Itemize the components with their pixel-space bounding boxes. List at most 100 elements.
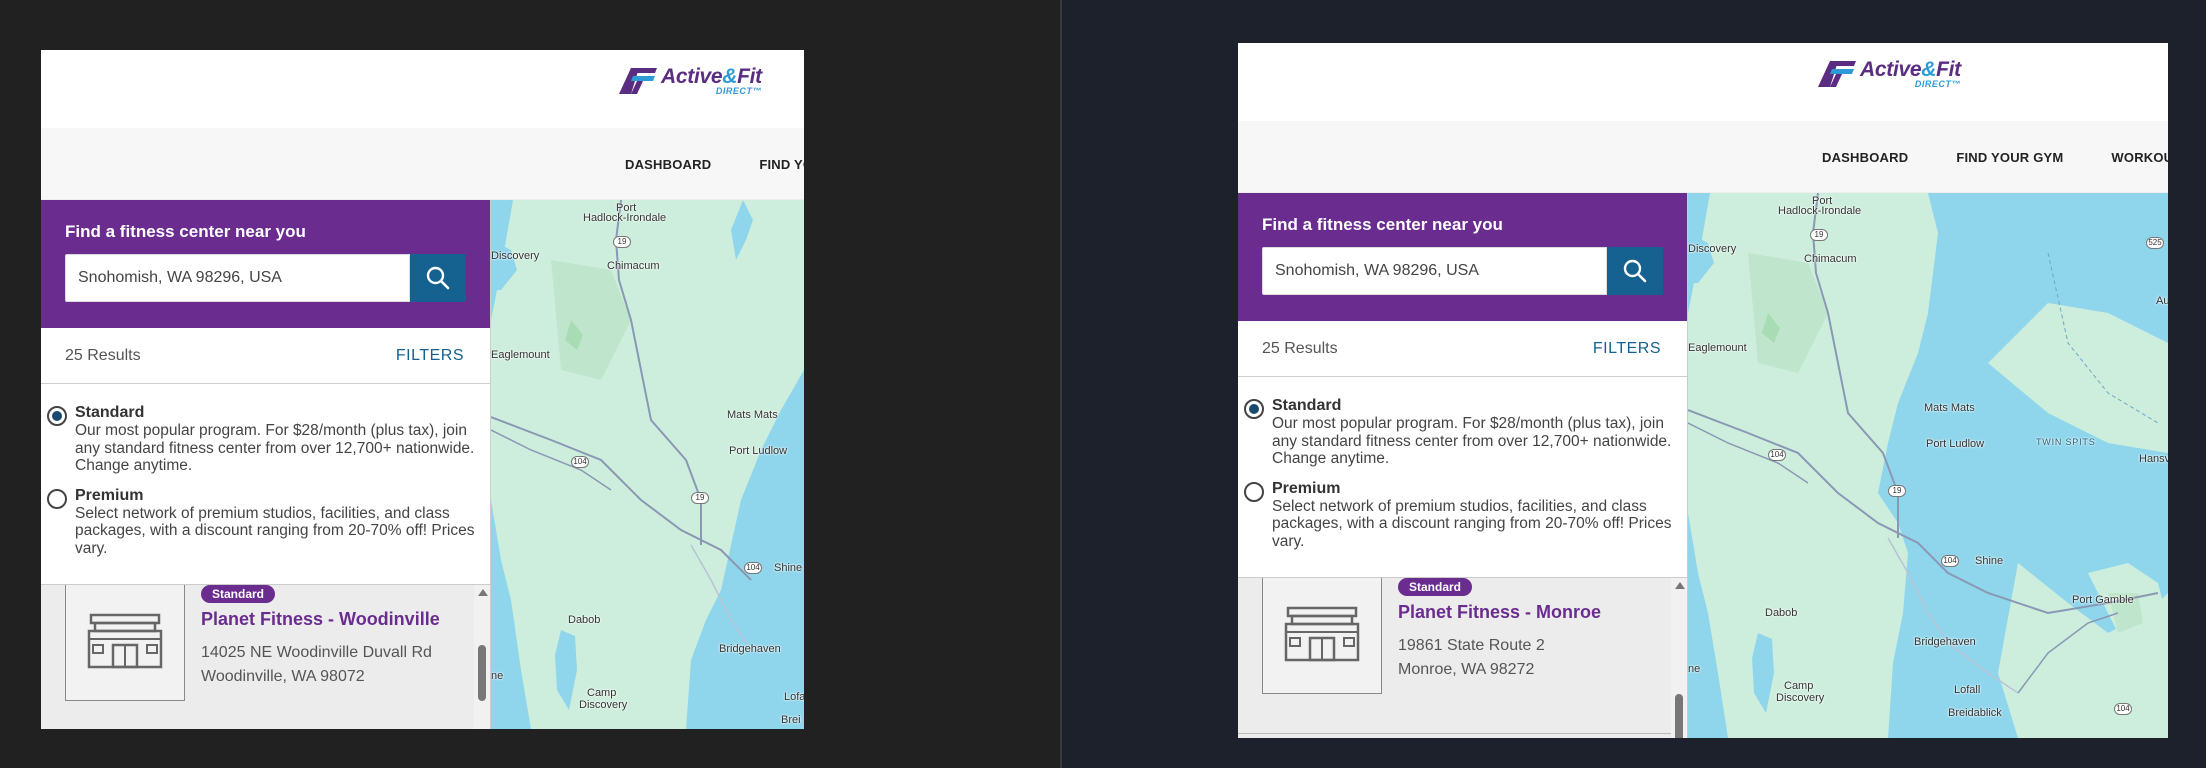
search-title: Find a fitness center near you xyxy=(65,222,306,241)
gym-address-line1: 14025 NE Woodinville Duvall Rd xyxy=(201,644,432,661)
map-label: Discovery xyxy=(491,250,540,262)
program-description: Select network of premium studios, facil… xyxy=(1272,497,1672,550)
route-shield-icon: 104 xyxy=(571,456,589,468)
filters-button[interactable]: FILTERS xyxy=(396,347,464,365)
search-title: Find a fitness center near you xyxy=(1262,215,1503,234)
nav-dashboard[interactable]: DASHBOARD xyxy=(1822,150,1908,165)
map-label: Brei xyxy=(781,714,801,726)
list-scrollbar[interactable] xyxy=(1671,578,1687,738)
map-label: ne xyxy=(1688,663,1701,675)
results-sidebar: Find a fitness center near you 25 Result… xyxy=(1238,193,1688,738)
route-shield-icon: 104 xyxy=(2114,703,2132,715)
program-description: Our most popular program. For $28/month … xyxy=(1272,415,1672,467)
search-panel: Find a fitness center near you xyxy=(1238,193,1687,321)
premium-radio[interactable] xyxy=(47,488,67,509)
map-label: Au xyxy=(2156,295,2168,307)
right-screen: Active&Fit DIRECT™ DASHBOARD FIND YOUR G… xyxy=(1062,0,2206,768)
premium-radio[interactable] xyxy=(1244,481,1264,502)
scroll-up-arrow-icon[interactable] xyxy=(478,589,488,596)
standard-radio[interactable] xyxy=(47,406,67,426)
tier-badge: Standard xyxy=(1398,578,1473,596)
map-label: Camp xyxy=(1784,680,1814,692)
route-shield-icon: 104 xyxy=(1941,555,1959,567)
logo-word-active: Active xyxy=(661,65,723,88)
map-label: Eaglemount xyxy=(491,349,550,361)
active-fit-logo[interactable]: Active&Fit DIRECT™ xyxy=(1816,59,1961,89)
program-options: Standard Our most popular program. For $… xyxy=(41,384,490,584)
gym-address: 14025 NE Woodinville Duvall Rd Woodinvil… xyxy=(201,641,432,689)
results-bar: 25 Results FILTERS xyxy=(41,328,490,384)
map-label: Lofall xyxy=(1954,684,1981,696)
search-button[interactable] xyxy=(410,254,466,302)
map-label: Shine xyxy=(1975,555,2004,567)
map-label: Mats Mats xyxy=(1924,402,1975,414)
gym-name-link[interactable]: Planet Fitness - Woodinville xyxy=(201,609,440,630)
map-label: Lofa xyxy=(784,691,804,703)
map-label: TWIN SPITS xyxy=(2036,437,2096,447)
nav-bar: DASHBOARD FIND YOUR GYM WORKOUTS xyxy=(1238,121,2168,193)
gym-thumbnail xyxy=(65,585,185,701)
program-name: Standard xyxy=(75,404,145,421)
program-description: Our most popular program. For $28/month … xyxy=(75,422,475,474)
program-description: Select network of premium studios, facil… xyxy=(75,504,475,557)
gym-address-line1: 19861 State Route 2 xyxy=(1398,637,1545,654)
map-label: Hadlock-Irondale xyxy=(1778,205,1862,217)
left-screen: Active&Fit DIRECT™ DASHBOARD FIND YOUR G… xyxy=(0,0,1062,768)
nav-find-your-gym[interactable]: FIND YOUR GYM xyxy=(759,157,804,172)
location-search-input[interactable] xyxy=(1262,247,1607,295)
map-view[interactable]: Port Hadlock-Irondale Discovery Chimacum… xyxy=(491,200,804,729)
gym-results-list[interactable]: Standard Planet Fitness - Monroe 19861 S… xyxy=(1238,577,1687,738)
gym-card[interactable]: Standard Planet Fitness - Woodinville 14… xyxy=(41,585,490,705)
map-label: ne xyxy=(491,670,504,682)
map-label: Port Ludlow xyxy=(729,445,788,457)
results-count: 25 Results xyxy=(65,346,141,364)
scroll-thumb[interactable] xyxy=(1675,694,1683,738)
building-icon xyxy=(1284,606,1360,662)
gym-address: 19861 State Route 2 Monroe, WA 98272 xyxy=(1398,634,1545,682)
program-standard[interactable]: Standard Our most popular program. For $… xyxy=(47,404,482,475)
gym-name-link[interactable]: Planet Fitness - Monroe xyxy=(1398,602,1601,623)
nav-find-your-gym[interactable]: FIND YOUR GYM xyxy=(1956,150,2063,165)
results-bar: 25 Results FILTERS xyxy=(1238,321,1687,377)
map-label: Hadlock-Irondale xyxy=(583,212,667,224)
af-logo-icon xyxy=(1818,61,1856,87)
search-button[interactable] xyxy=(1607,247,1663,295)
map-label: Bridgehaven xyxy=(1914,636,1976,648)
map-label: Eaglemount xyxy=(1688,342,1747,354)
map-terrain xyxy=(1688,193,2168,738)
map-label: Chimacum xyxy=(1804,253,1857,265)
logo-ampersand: & xyxy=(1921,58,1937,81)
nav-dashboard[interactable]: DASHBOARD xyxy=(625,157,711,172)
program-premium[interactable]: Premium Select network of premium studio… xyxy=(47,487,482,558)
route-shield-icon: 104 xyxy=(744,562,762,574)
route-shield-icon: 19 xyxy=(1888,485,1906,497)
building-icon xyxy=(87,613,163,669)
map-label: Camp xyxy=(587,687,617,699)
map-view[interactable]: Port Hadlock-Irondale Discovery Chimacum… xyxy=(1688,193,2168,738)
results-count: 25 Results xyxy=(1262,339,1338,357)
list-scrollbar[interactable] xyxy=(474,585,490,729)
nav-workouts[interactable]: WORKOUTS xyxy=(2111,150,2168,165)
location-search-input[interactable] xyxy=(65,254,410,302)
map-label: Mats Mats xyxy=(727,409,778,421)
logo-subtitle: DIRECT™ xyxy=(715,86,762,96)
map-label: Hansvill xyxy=(2139,453,2168,465)
scroll-up-arrow-icon[interactable] xyxy=(1675,582,1685,589)
program-standard[interactable]: Standard Our most popular program. For $… xyxy=(1244,397,1679,468)
nav-bar: DASHBOARD FIND YOUR GYM xyxy=(41,128,804,200)
logo-word-active: Active xyxy=(1860,58,1922,81)
active-fit-logo[interactable]: Active&Fit DIRECT™ xyxy=(617,66,762,96)
standard-radio[interactable] xyxy=(1244,399,1264,419)
browser-viewport: Active&Fit DIRECT™ DASHBOARD FIND YOUR G… xyxy=(41,50,804,729)
gym-results-list[interactable]: Standard Planet Fitness - Woodinville 14… xyxy=(41,584,490,729)
gym-thumbnail xyxy=(1262,578,1382,694)
gym-card[interactable]: Standard Planet Fitness - Monroe 19861 S… xyxy=(1238,578,1687,698)
program-name: Premium xyxy=(1272,479,1341,497)
scroll-thumb[interactable] xyxy=(478,645,486,701)
browser-viewport: Active&Fit DIRECT™ DASHBOARD FIND YOUR G… xyxy=(1238,43,2168,738)
program-premium[interactable]: Premium Select network of premium studio… xyxy=(1244,480,1679,551)
program-name: Standard xyxy=(1272,397,1342,414)
filters-button[interactable]: FILTERS xyxy=(1593,340,1661,358)
program-options: Standard Our most popular program. For $… xyxy=(1238,377,1687,577)
map-label: Discovery xyxy=(1688,243,1737,255)
